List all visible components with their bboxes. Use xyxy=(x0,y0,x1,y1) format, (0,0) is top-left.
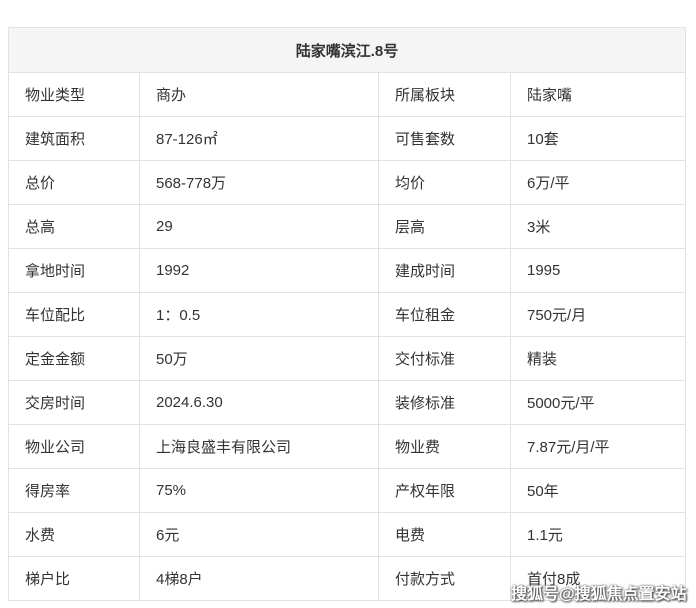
row-label: 定金金额 xyxy=(8,336,140,381)
property-info-table-container: 陆家嘴滨江.8号 物业类型 商办 所属板块 陆家嘴 建筑面积 87-126㎡ 可… xyxy=(7,27,687,601)
row-value: 29 xyxy=(139,204,379,249)
table-row: 定金金额 50万 交付标准 精装 xyxy=(8,336,687,381)
row-label: 车位配比 xyxy=(8,292,140,337)
row-label: 交付标准 xyxy=(378,336,511,381)
table-row: 水费 6元 电费 1.1元 xyxy=(8,512,687,557)
table-row: 拿地时间 1992 建成时间 1995 xyxy=(8,248,687,293)
table-row: 总高 29 层高 3米 xyxy=(8,204,687,249)
table-title: 陆家嘴滨江.8号 xyxy=(7,27,687,73)
row-label: 物业公司 xyxy=(8,424,140,469)
row-value: 陆家嘴 xyxy=(509,72,687,117)
row-value: 上海良盛丰有限公司 xyxy=(139,424,379,469)
row-value: 50万 xyxy=(139,336,379,381)
watermark-text: 搜狐号@搜狐焦点置安站 xyxy=(511,586,687,603)
row-value: 1995 xyxy=(509,248,687,293)
property-info-table: 陆家嘴滨江.8号 物业类型 商办 所属板块 陆家嘴 建筑面积 87-126㎡ 可… xyxy=(7,27,687,601)
row-value: 568-778万 xyxy=(139,160,379,205)
row-label: 装修标准 xyxy=(378,380,511,425)
row-label: 物业类型 xyxy=(8,72,140,117)
row-label: 电费 xyxy=(378,512,511,557)
row-value: 1.1元 xyxy=(509,512,687,557)
row-value: 精装 xyxy=(509,336,687,381)
row-label: 所属板块 xyxy=(378,72,511,117)
row-value: 3米 xyxy=(509,204,687,249)
table-row: 交房时间 2024.6.30 装修标准 5000元/平 xyxy=(8,380,687,425)
row-value: 1992 xyxy=(139,248,379,293)
row-label: 层高 xyxy=(378,204,511,249)
row-value: 5000元/平 xyxy=(509,380,687,425)
row-label: 均价 xyxy=(378,160,511,205)
row-value: 商办 xyxy=(139,72,379,117)
table-row: 车位配比 1：0.5 车位租金 750元/月 xyxy=(8,292,687,337)
row-label: 得房率 xyxy=(8,468,140,513)
table-row: 总价 568-778万 均价 6万/平 xyxy=(8,160,687,205)
row-label: 产权年限 xyxy=(378,468,511,513)
row-value: 7.87元/月/平 xyxy=(509,424,687,469)
row-label: 建筑面积 xyxy=(8,116,140,161)
row-label: 交房时间 xyxy=(8,380,140,425)
row-label: 拿地时间 xyxy=(8,248,140,293)
row-label: 建成时间 xyxy=(378,248,511,293)
row-label: 车位租金 xyxy=(378,292,511,337)
row-label: 梯户比 xyxy=(8,556,140,601)
row-value: 10套 xyxy=(509,116,687,161)
table-title-row: 陆家嘴滨江.8号 xyxy=(7,27,687,73)
row-label: 总价 xyxy=(8,160,140,205)
row-label: 水费 xyxy=(8,512,140,557)
row-value: 1：0.5 xyxy=(139,292,379,337)
row-value: 6万/平 xyxy=(509,160,687,205)
row-value: 750元/月 xyxy=(509,292,687,337)
row-value: 50年 xyxy=(509,468,687,513)
table-row: 得房率 75% 产权年限 50年 xyxy=(8,468,687,513)
row-value: 4梯8户 xyxy=(139,556,379,601)
row-value: 87-126㎡ xyxy=(139,116,379,161)
row-label: 物业费 xyxy=(378,424,511,469)
row-value: 6元 xyxy=(139,512,379,557)
row-value: 75% xyxy=(139,468,379,513)
table-row: 建筑面积 87-126㎡ 可售套数 10套 xyxy=(8,116,687,161)
table-row: 物业公司 上海良盛丰有限公司 物业费 7.87元/月/平 xyxy=(8,424,687,469)
row-label: 付款方式 xyxy=(378,556,511,601)
row-value: 2024.6.30 xyxy=(139,380,379,425)
row-label: 总高 xyxy=(8,204,140,249)
row-label: 可售套数 xyxy=(378,116,511,161)
table-row: 物业类型 商办 所属板块 陆家嘴 xyxy=(8,72,687,117)
